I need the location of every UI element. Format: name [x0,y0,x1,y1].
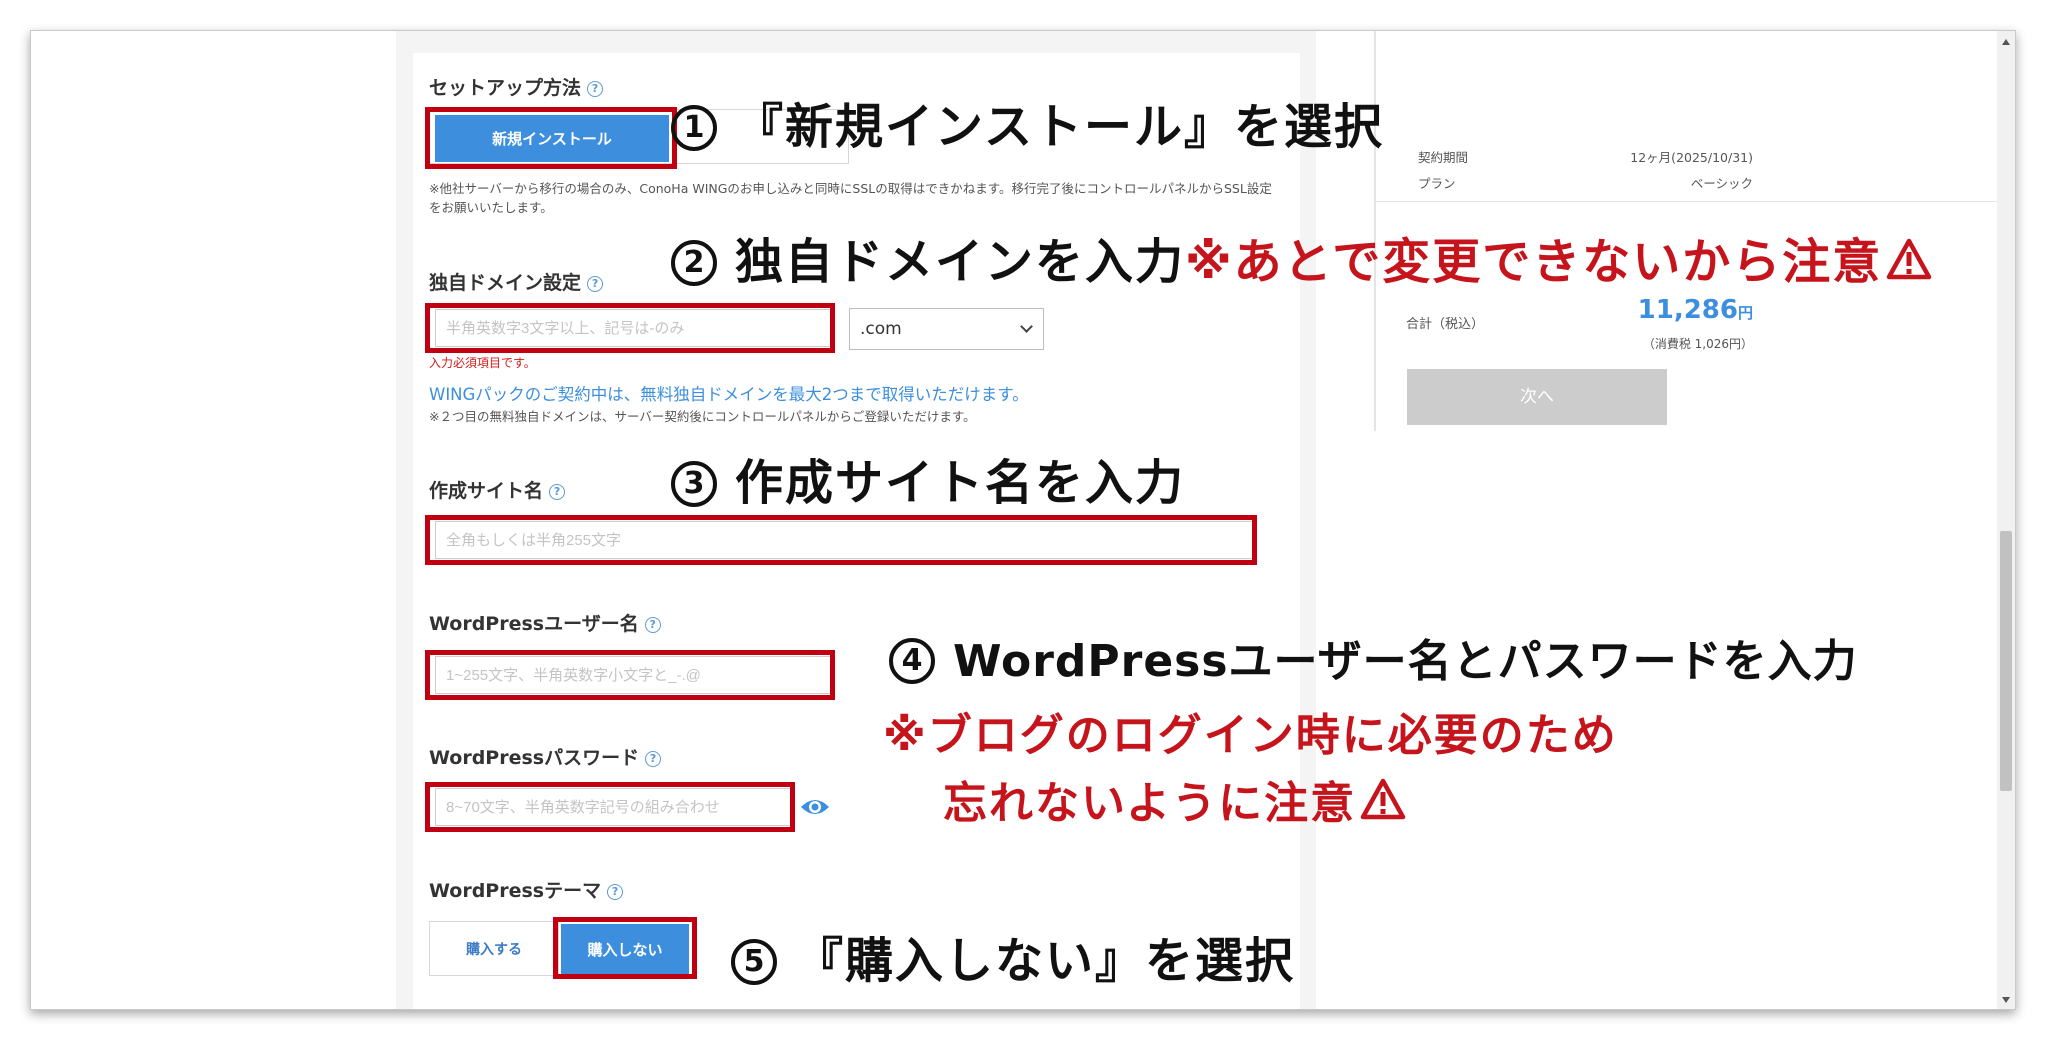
step-number: 1 [671,105,717,151]
total-price: 11,286円 [1553,295,1753,325]
wp-user-label-text: WordPressユーザー名 [429,613,639,635]
site-name-label-text: 作成サイト名 [429,480,544,502]
domain-second-note: ※２つ目の無料独自ドメインは、サーバー契約後にコントロールパネルからご登録いただ… [429,409,976,424]
annotation-text: 『新規インストール』を選択 [735,99,1385,155]
tld-select-value: .com [860,319,902,339]
help-icon[interactable]: ? [549,484,566,500]
browser-window: 契約期間 12ヶ月(2025/10/31) プラン ベーシック 合計（税込） 1… [30,30,2016,1010]
setup-migration-note: ※他社サーバーから移行の場合のみ、ConoHa WINGのお申し込みと同時にSS… [429,181,1272,215]
domain-required-error: 入力必須項目です。 [429,356,536,370]
help-icon[interactable]: ? [607,884,624,900]
annotation-warning: ※あとで変更できないから注意 [1185,234,1883,290]
domain-label-text: 独自ドメイン設定 [429,272,582,294]
annotation-4-warning-line2: 忘れないように注意 [943,767,1406,831]
help-icon[interactable]: ? [587,81,604,97]
highlight-domain [425,303,835,353]
total-value: 11,286 [1637,295,1738,325]
wp-password-label: WordPressパスワード? [429,743,662,770]
page-scrollbar[interactable] [1997,31,2015,1009]
wp-theme-label-text: WordPressテーマ [429,880,602,902]
site-name-label: 作成サイト名? [429,476,566,503]
step-number: 3 [671,461,717,507]
highlight-no-buy [553,917,697,979]
annotation-1: 1 『新規インストール』を選択 [671,87,1384,157]
order-summary-panel: 契約期間 12ヶ月(2025/10/31) プラン ベーシック 合計（税込） 1… [1346,31,2015,1009]
annotation-4: 4 WordPressユーザー名とパスワードを入力 [889,625,1858,689]
annotation-text: 作成サイト名を入力 [735,455,1186,511]
warning-icon [1886,236,1932,280]
step-number: 4 [889,638,935,684]
total-label: 合計（税込） [1406,317,1485,332]
warning-icon [1360,778,1406,820]
eye-icon-graphic [801,800,829,814]
tld-select[interactable]: .com [849,308,1044,350]
chevron-down-icon [1020,320,1033,333]
period-label: 契約期間 [1418,150,1469,165]
annotation-warning: 忘れないように注意 [943,778,1357,829]
total-unit: 円 [1737,304,1753,322]
scroll-up-icon[interactable] [2002,39,2010,45]
setup-method-label-text: セットアップ方法 [429,77,582,99]
annotation-text: WordPressユーザー名とパスワードを入力 [953,636,1858,687]
step-number: 2 [671,240,717,286]
scrollbar-thumb[interactable] [2000,531,2012,791]
plan-label: プラン [1418,176,1456,191]
highlight-site-name [425,515,1257,565]
wp-password-label-text: WordPressパスワード [429,747,640,769]
domain-label: 独自ドメイン設定? [429,268,604,295]
annotation-text: 『購入しない』を選択 [795,933,1296,989]
domain-free-info: WINGパックのご契約中は、無料独自ドメインを最大2つまで取得いただけます。 [429,385,1029,404]
annotation-4-warning-line1: ※ブログのログイン時に必要のため [883,710,1618,761]
annotation-text: 独自ドメインを入力 [735,234,1186,290]
help-icon[interactable]: ? [644,617,661,633]
highlight-new-install [425,107,677,169]
annotation-2: 2 独自ドメインを入力※あとで変更できないから注意 [671,222,1932,292]
help-icon[interactable]: ? [587,276,604,292]
annotation-5: 5 『購入しない』を選択 [731,921,1295,991]
highlight-wp-password [425,782,795,832]
summary-separator [1374,201,2014,202]
period-value: 12ヶ月(2025/10/31) [1630,150,1753,165]
help-icon[interactable]: ? [645,751,662,767]
eye-icon[interactable] [799,793,831,821]
next-button[interactable]: 次へ [1407,369,1667,425]
buy-theme-button[interactable]: 購入する [429,921,559,976]
plan-value: ベーシック [1690,176,1753,191]
wp-user-label: WordPressユーザー名? [429,609,661,636]
setup-method-label: セットアップ方法? [429,73,604,100]
annotation-3: 3 作成サイト名を入力 [671,443,1185,513]
wp-theme-label: WordPressテーマ? [429,876,624,903]
step-number: 5 [731,939,777,985]
highlight-wp-user [425,650,835,700]
scroll-down-icon[interactable] [2002,997,2010,1003]
tax-amount: （消費税 1,026円） [1642,337,1753,351]
